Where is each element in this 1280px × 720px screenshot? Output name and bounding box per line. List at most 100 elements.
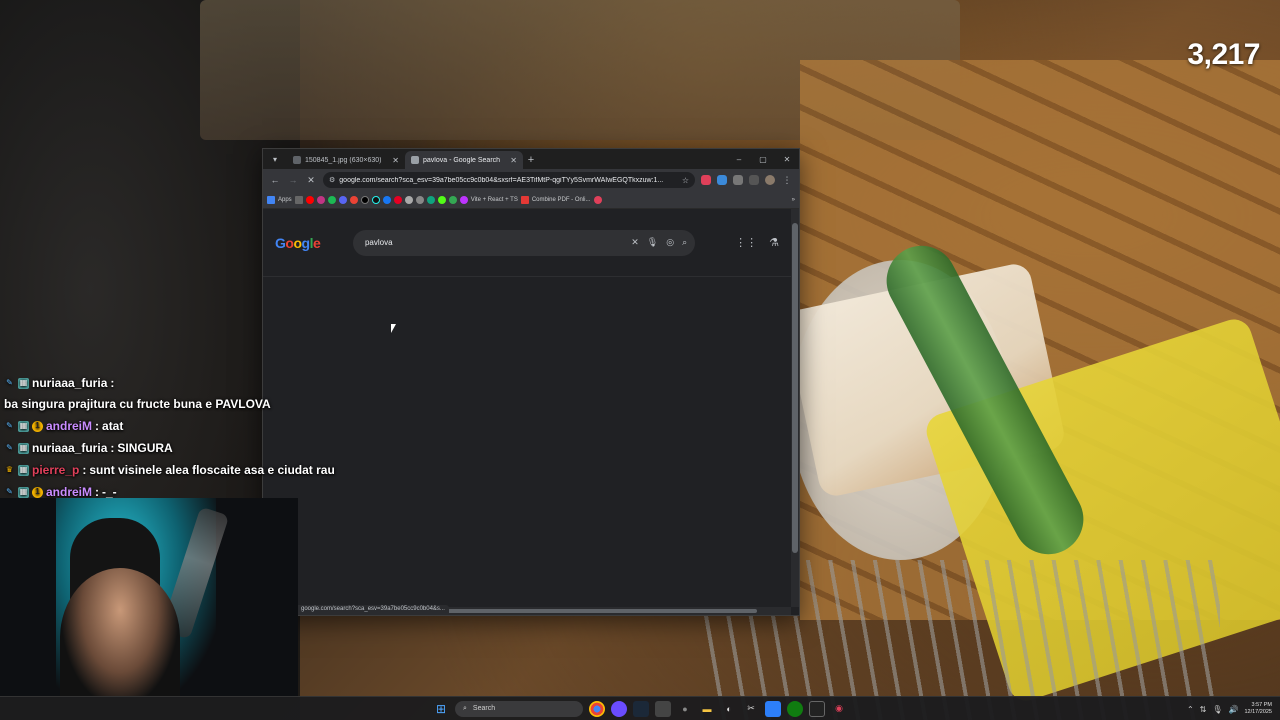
steam-icon[interactable] bbox=[633, 700, 649, 717]
settings-bookmark-icon[interactable] bbox=[415, 195, 424, 204]
spotify-icon[interactable] bbox=[327, 195, 336, 204]
browser-window: ▾ 150845_1.jpg (630×630) ✕ pavlova - Goo… bbox=[262, 148, 800, 616]
chatgpt-icon[interactable] bbox=[426, 195, 435, 204]
bookmark-icon[interactable] bbox=[294, 195, 303, 204]
discord-app-icon[interactable] bbox=[611, 700, 627, 717]
maximize-button[interactable]: ▢ bbox=[751, 149, 775, 169]
background-spread-trays bbox=[200, 0, 960, 140]
pdf-icon[interactable] bbox=[520, 195, 529, 204]
instagram-icon[interactable] bbox=[316, 195, 325, 204]
search-icon[interactable]: ⌕ bbox=[682, 237, 687, 248]
vertical-scrollbar[interactable] bbox=[791, 209, 799, 607]
profile-avatar-icon[interactable] bbox=[765, 175, 775, 185]
chat-colon: : bbox=[82, 463, 87, 477]
microphone-icon[interactable]: 🎙 bbox=[647, 237, 658, 248]
app-icon[interactable] bbox=[655, 700, 671, 717]
tab-search-button[interactable]: ▾ bbox=[267, 151, 283, 167]
heart-bookmark-icon[interactable] bbox=[593, 195, 602, 204]
extension-translate-icon[interactable] bbox=[717, 175, 727, 185]
gmail-icon[interactable] bbox=[349, 195, 358, 204]
app-icon[interactable]: ✂ bbox=[743, 701, 759, 717]
moderator-badge-icon: ✎ bbox=[6, 487, 13, 496]
search-input[interactable]: pavlova ✕ 🎙 ◎ ⌕ bbox=[352, 229, 696, 256]
tab-google-search[interactable]: pavlova - Google Search ✕ bbox=[405, 151, 523, 169]
bookmark-apps[interactable]: Apps bbox=[278, 197, 292, 203]
chat-text: sunt visinele alea floscaite asa e ciuda… bbox=[89, 463, 335, 477]
scroll-thumb[interactable] bbox=[441, 609, 757, 613]
more-bookmarks-icon[interactable]: » bbox=[792, 197, 795, 203]
logo-letter: o bbox=[293, 234, 302, 251]
tab-title: pavlova - Google Search bbox=[423, 156, 501, 164]
extensions-puzzle-icon[interactable] bbox=[733, 175, 743, 185]
start-windows-icon[interactable]: ⊞ bbox=[433, 701, 449, 717]
google-header: Google pavlova ✕ 🎙 ◎ ⌕ ⋮⋮ ⚗ bbox=[263, 209, 791, 277]
bookmark-combine-pdf[interactable]: Combine PDF - Onli... bbox=[532, 197, 591, 203]
tab-strip: ▾ 150845_1.jpg (630×630) ✕ pavlova - Goo… bbox=[263, 149, 799, 169]
new-tab-button[interactable]: + bbox=[523, 152, 539, 168]
scroll-thumb[interactable] bbox=[792, 223, 798, 553]
maps-icon[interactable] bbox=[448, 195, 457, 204]
tab-image[interactable]: 150845_1.jpg (630×630) ✕ bbox=[287, 151, 405, 169]
back-button[interactable]: ← bbox=[267, 172, 283, 188]
xbox-icon[interactable] bbox=[787, 700, 803, 717]
tray-overflow-icon[interactable]: ⌃ bbox=[1187, 705, 1194, 714]
network-icon[interactable]: ⇅ bbox=[1200, 705, 1207, 714]
kick-icon[interactable] bbox=[437, 195, 446, 204]
taskbar-search-label: Search bbox=[472, 705, 496, 712]
chrome-icon[interactable] bbox=[589, 700, 605, 717]
file-explorer-icon[interactable]: ▬ bbox=[699, 701, 715, 717]
logo-letter: e bbox=[312, 234, 321, 251]
microphone-icon[interactable]: 🎙 bbox=[1212, 705, 1222, 714]
forward-button[interactable]: → bbox=[285, 172, 301, 188]
minimize-button[interactable]: – bbox=[727, 149, 751, 169]
taskbar-search[interactable]: ⌕ Search bbox=[455, 700, 583, 717]
vscode-icon[interactable] bbox=[765, 700, 781, 717]
chat-username[interactable]: nuriaaa_furia bbox=[32, 374, 107, 392]
system-tray: ⌃ ⇅ 🎙 🔊 3:57 PM 12/17/2025 bbox=[1187, 697, 1272, 720]
moderator-badge-icon: ✎ bbox=[6, 378, 13, 387]
address-url: google.com/search?sca_esv=39a7be05cc9c0b… bbox=[339, 176, 664, 184]
chat-username[interactable]: pierre_p bbox=[32, 461, 79, 479]
apps-grid-icon[interactable] bbox=[267, 195, 275, 204]
app-icon[interactable]: ● bbox=[677, 701, 693, 717]
clock-time: 3:57 PM bbox=[1251, 702, 1272, 708]
side-panel-icon[interactable] bbox=[749, 175, 759, 185]
site-info-icon[interactable]: ⚙ bbox=[329, 176, 335, 184]
discord-icon[interactable] bbox=[338, 195, 347, 204]
search-labs-icon[interactable]: ⚗ bbox=[769, 236, 779, 249]
tab-close-icon[interactable]: ✕ bbox=[510, 156, 517, 165]
app-icon[interactable]: ◐ bbox=[721, 701, 737, 717]
facebook-icon[interactable] bbox=[382, 195, 391, 204]
search-query: pavlova bbox=[364, 238, 393, 247]
tools-icon[interactable] bbox=[404, 195, 413, 204]
lens-camera-icon[interactable]: ◎ bbox=[666, 237, 674, 248]
youtube-icon[interactable] bbox=[305, 195, 314, 204]
logo-letter: o bbox=[285, 234, 294, 251]
close-window-button[interactable]: ✕ bbox=[775, 149, 799, 169]
address-bar[interactable]: ⚙ google.com/search?sca_esv=39a7be05cc9c… bbox=[323, 172, 695, 188]
speaker-icon[interactable]: 🔊 bbox=[1229, 705, 1239, 714]
chat-username[interactable]: andreiM bbox=[46, 417, 92, 435]
extension-adblock-icon[interactable] bbox=[701, 175, 711, 185]
obs-record-icon[interactable]: ◉ bbox=[831, 701, 847, 717]
x-icon[interactable] bbox=[360, 195, 369, 204]
image-favicon-icon bbox=[293, 156, 301, 164]
subscriber-badge-icon: ▦ bbox=[18, 420, 29, 432]
chat-colon: : bbox=[110, 441, 115, 455]
google-logo[interactable]: Google bbox=[275, 235, 341, 251]
clock[interactable]: 3:57 PM 12/17/2025 bbox=[1244, 702, 1272, 716]
pinterest-icon[interactable] bbox=[393, 195, 402, 204]
tab-close-icon[interactable]: ✕ bbox=[392, 156, 399, 165]
bookmark-star-icon[interactable]: ☆ bbox=[682, 176, 689, 185]
app-icon[interactable] bbox=[809, 700, 825, 717]
tiktok-icon[interactable] bbox=[371, 195, 380, 204]
stop-loading-button[interactable]: ✕ bbox=[303, 172, 319, 188]
google-apps-grid-icon[interactable]: ⋮⋮ bbox=[735, 236, 757, 249]
subscriber-badge-icon: ▦ bbox=[18, 377, 29, 389]
bookmark-vite[interactable]: Vite + React + TS bbox=[471, 197, 518, 203]
clock-date: 12/17/2025 bbox=[1244, 709, 1272, 715]
vite-icon[interactable] bbox=[459, 195, 468, 204]
clear-icon[interactable]: ✕ bbox=[631, 237, 639, 248]
browser-menu-icon[interactable]: ⋮ bbox=[779, 172, 795, 188]
chat-username[interactable]: nuriaaa_furia bbox=[32, 439, 107, 457]
